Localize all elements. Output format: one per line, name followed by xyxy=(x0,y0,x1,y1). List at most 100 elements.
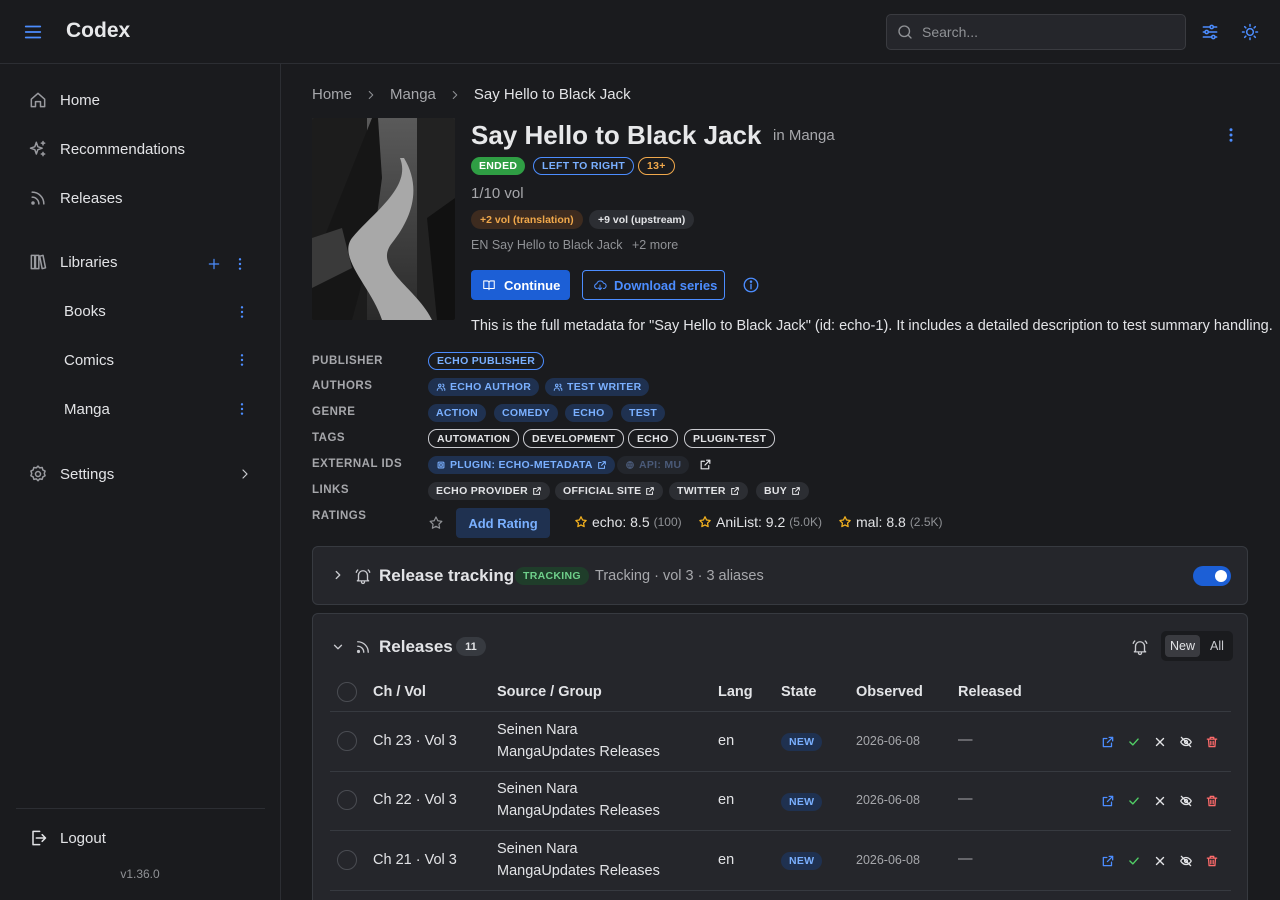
sidebar-item-releases[interactable]: Releases xyxy=(16,178,265,218)
col-header-chvol[interactable]: Ch / Vol xyxy=(373,684,426,700)
rating-count: (100) xyxy=(653,515,682,529)
release-tracking-title[interactable]: Release tracking xyxy=(379,566,514,586)
sidebar-library-comics[interactable]: Comics xyxy=(48,340,265,380)
books-icon xyxy=(28,252,48,272)
bell-icon[interactable] xyxy=(1131,638,1149,656)
genre-chip[interactable]: COMEDY xyxy=(494,404,558,422)
genre-chip[interactable]: TEST xyxy=(621,404,666,422)
close-icon[interactable] xyxy=(1153,794,1167,808)
external-id-chip[interactable]: PLUGIN: ECHO-METADATA xyxy=(428,456,615,474)
releases-title[interactable]: Releases xyxy=(379,637,453,657)
search-input[interactable] xyxy=(922,24,1172,40)
select-all-checkbox[interactable] xyxy=(337,682,357,702)
library-books-menu-icon[interactable] xyxy=(234,304,250,320)
genre-chip[interactable]: ACTION xyxy=(428,404,487,422)
sidebar-item-recommendations[interactable]: Recommendations xyxy=(16,129,265,169)
sidebar-item-libraries[interactable]: Libraries xyxy=(16,242,265,282)
tracking-toggle[interactable] xyxy=(1193,566,1231,586)
row-checkbox[interactable] xyxy=(337,790,357,810)
chevron-right-icon[interactable] xyxy=(331,568,345,582)
sidebar-divider xyxy=(16,808,265,809)
series-cover-image[interactable] xyxy=(312,118,455,320)
series-title: Say Hello to Black Jack xyxy=(471,120,762,150)
open-link-icon[interactable] xyxy=(1101,735,1115,749)
tag-chip[interactable]: DEVELOPMENT xyxy=(523,429,625,448)
check-icon[interactable] xyxy=(1127,735,1141,749)
sidebar-library-books[interactable]: Books xyxy=(48,291,265,331)
rating-mal: mal: 8.8 (2.5K) xyxy=(838,514,943,530)
trash-icon[interactable] xyxy=(1205,794,1219,808)
search-box[interactable] xyxy=(886,14,1186,50)
eye-off-icon[interactable] xyxy=(1179,735,1193,749)
download-series-button[interactable]: Download series xyxy=(582,270,725,300)
eye-off-icon[interactable] xyxy=(1179,794,1193,808)
library-comics-menu-icon[interactable] xyxy=(234,352,250,368)
genre-chip[interactable]: ECHO xyxy=(565,404,613,422)
col-header-source[interactable]: Source / Group xyxy=(497,684,602,700)
row-checkbox[interactable] xyxy=(337,731,357,751)
filter-all[interactable]: All xyxy=(1203,635,1231,657)
breadcrumb-home[interactable]: Home xyxy=(312,86,352,103)
check-icon[interactable] xyxy=(1127,794,1141,808)
link-chip[interactable]: BUY xyxy=(756,482,810,500)
check-icon[interactable] xyxy=(1127,854,1141,868)
chevron-down-icon[interactable] xyxy=(331,640,345,654)
info-icon[interactable] xyxy=(742,276,760,294)
col-header-released[interactable]: Released xyxy=(958,684,1022,700)
rss-icon xyxy=(354,638,372,656)
chevron-right-icon xyxy=(364,88,378,102)
row-source: Seinen Nara MangaUpdates Releases xyxy=(497,838,660,882)
filter-settings-icon[interactable] xyxy=(1200,22,1220,42)
sidebar-item-home[interactable]: Home xyxy=(16,80,265,120)
link-chip[interactable]: OFFICIAL SITE xyxy=(555,482,664,500)
row-lang: en xyxy=(718,792,735,808)
more-options-icon[interactable] xyxy=(1222,126,1240,144)
status-badge: ENDED xyxy=(471,157,526,175)
open-link-icon[interactable] xyxy=(1101,794,1115,808)
add-library-icon[interactable] xyxy=(206,256,222,272)
bell-ringing-icon xyxy=(354,567,372,585)
breadcrumb-library[interactable]: Manga xyxy=(390,86,436,103)
open-link-icon[interactable] xyxy=(1101,854,1115,868)
trash-icon[interactable] xyxy=(1205,854,1219,868)
author-chip[interactable]: TEST WRITER xyxy=(545,378,650,396)
sparkles-icon xyxy=(28,139,48,159)
tag-chip[interactable]: AUTOMATION xyxy=(428,429,520,448)
libraries-menu-icon[interactable] xyxy=(232,256,248,272)
library-label: Comics xyxy=(64,351,115,369)
tag-chip[interactable]: PLUGIN-TEST xyxy=(684,429,776,448)
close-icon[interactable] xyxy=(1153,735,1167,749)
continue-button[interactable]: Continue xyxy=(471,270,570,300)
sun-icon[interactable] xyxy=(1240,22,1260,42)
eye-off-icon[interactable] xyxy=(1179,854,1193,868)
sidebar-item-label: Releases xyxy=(60,189,123,207)
sidebar-item-settings[interactable]: Settings xyxy=(16,454,265,494)
alternate-titles-more[interactable]: +2 more xyxy=(632,238,678,252)
link-chip[interactable]: ECHO PROVIDER xyxy=(428,482,550,500)
row-chvol: Ch 23 · Vol 3 xyxy=(373,733,457,749)
add-rating-button[interactable]: Add Rating xyxy=(456,508,550,538)
star-icon[interactable] xyxy=(428,515,444,531)
close-icon[interactable] xyxy=(1153,854,1167,868)
menu-burger-icon[interactable] xyxy=(22,21,44,43)
sidebar-library-manga[interactable]: Manga xyxy=(48,389,265,429)
row-checkbox[interactable] xyxy=(337,850,357,870)
author-chip[interactable]: ECHO AUTHOR xyxy=(428,378,540,396)
col-header-lang[interactable]: Lang xyxy=(718,684,753,700)
breadcrumb-current: Say Hello to Black Jack xyxy=(473,86,631,103)
edit-external-ids-icon[interactable] xyxy=(699,458,712,471)
row-source: Seinen Nara MangaUpdates Releases xyxy=(497,778,660,822)
tag-chip[interactable]: ECHO xyxy=(628,429,678,448)
filter-new[interactable]: New xyxy=(1165,635,1200,657)
publisher-chip[interactable]: ECHO PUBLISHER xyxy=(428,352,545,370)
link-chip[interactable]: TWITTER xyxy=(669,482,748,500)
library-manga-menu-icon[interactable] xyxy=(234,401,250,417)
app-title[interactable]: Codex xyxy=(66,19,130,43)
col-header-state[interactable]: State xyxy=(781,684,816,700)
series-library[interactable]: in Manga xyxy=(773,127,835,144)
tracking-summary: Tracking · vol 3 · 3 aliases xyxy=(595,568,764,584)
row-source-name: Seinen Nara xyxy=(497,841,578,857)
col-header-observed[interactable]: Observed xyxy=(856,684,923,700)
logout-button[interactable]: Logout xyxy=(16,818,265,858)
trash-icon[interactable] xyxy=(1205,735,1219,749)
